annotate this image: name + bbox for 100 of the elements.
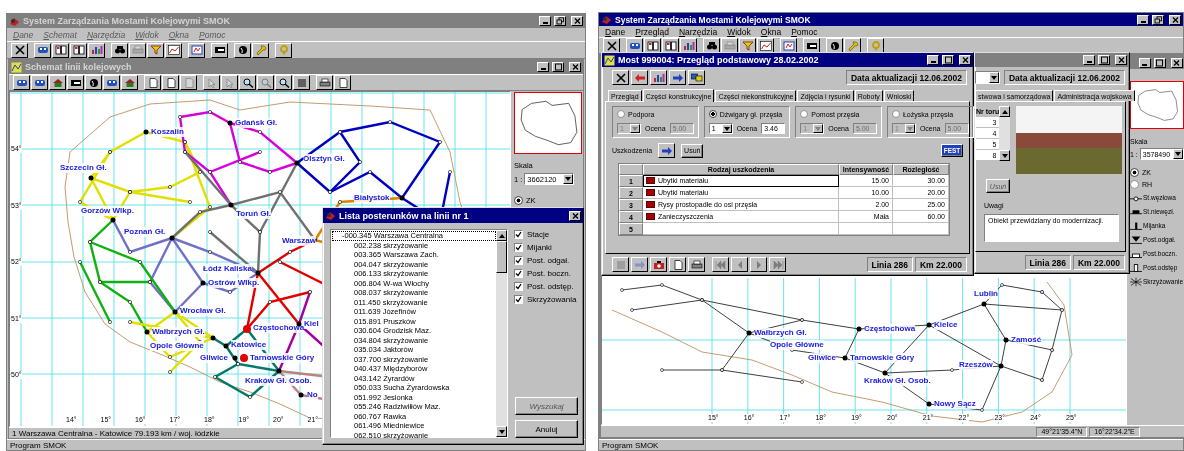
camera-icon xyxy=(652,259,665,270)
house-button[interactable] xyxy=(121,75,138,90)
radio-button[interactable] xyxy=(617,110,625,118)
right-arrow-button[interactable] xyxy=(631,257,648,272)
line-chart-button[interactable] xyxy=(165,42,182,58)
book-button[interactable] xyxy=(52,42,69,58)
checkbox[interactable] xyxy=(514,243,523,252)
maximize-button[interactable] xyxy=(942,55,954,65)
pointer-icon xyxy=(223,77,236,88)
radio-button[interactable] xyxy=(800,110,809,118)
select-field[interactable] xyxy=(975,71,1000,84)
next-button[interactable] xyxy=(750,257,767,272)
map-button[interactable] xyxy=(188,42,205,58)
close-button[interactable] xyxy=(569,210,581,221)
city-label: Olsztyn Gł. xyxy=(303,154,345,164)
checkbox[interactable] xyxy=(514,230,523,239)
close-button[interactable] xyxy=(571,16,583,26)
funnel-button[interactable] xyxy=(147,42,164,58)
maximize-button[interactable] xyxy=(1153,57,1166,68)
minimize-button[interactable] xyxy=(1137,14,1149,25)
document-button[interactable] xyxy=(334,75,351,90)
bar-chart-button[interactable] xyxy=(88,42,105,58)
document-button[interactable] xyxy=(669,257,686,272)
document-button[interactable] xyxy=(180,75,197,90)
city-label: Gliwice xyxy=(200,353,228,363)
bar-chart-button[interactable] xyxy=(650,70,667,85)
card-button[interactable] xyxy=(211,42,228,58)
dialog-button[interactable]: Anuluj xyxy=(515,420,578,438)
camera-button[interactable] xyxy=(650,257,667,272)
close-button[interactable] xyxy=(612,70,629,85)
menu-item[interactable]: Dane xyxy=(605,26,626,37)
wrench-button[interactable] xyxy=(252,42,269,58)
globe-button[interactable] xyxy=(85,75,102,90)
house-button[interactable] xyxy=(49,75,66,90)
printer-button[interactable] xyxy=(316,75,333,90)
printer-button[interactable] xyxy=(688,257,705,272)
scrollbar[interactable] xyxy=(999,106,1011,161)
first-button[interactable] xyxy=(712,257,729,272)
menu-item[interactable]: Narzędzia xyxy=(678,26,718,37)
book-button[interactable] xyxy=(70,42,87,58)
magnifier-icon xyxy=(241,77,254,88)
previous-button[interactable] xyxy=(731,257,748,272)
magnifier-button[interactable] xyxy=(275,75,292,90)
magnifier-button[interactable] xyxy=(257,75,274,90)
minimize-button[interactable] xyxy=(1138,57,1151,68)
globe-icon xyxy=(828,40,841,51)
checkbox[interactable] xyxy=(514,295,523,304)
scrollbar[interactable] xyxy=(496,230,507,437)
station-list[interactable] xyxy=(330,229,508,438)
train-button[interactable] xyxy=(103,75,120,90)
left-arrow-button[interactable] xyxy=(631,70,648,85)
city-label: Katowice xyxy=(231,340,267,350)
maximize-button[interactable] xyxy=(1098,55,1110,65)
last-button[interactable] xyxy=(769,257,786,272)
right-arrow-button[interactable] xyxy=(669,70,686,85)
printer-button[interactable] xyxy=(129,42,146,58)
close-button[interactable] xyxy=(959,55,971,65)
minimize-button[interactable] xyxy=(537,62,549,72)
train-button[interactable] xyxy=(31,75,48,90)
menu-item[interactable]: Pomoc xyxy=(791,26,818,37)
radio-button[interactable] xyxy=(708,110,717,118)
add-damage-button[interactable] xyxy=(658,143,676,158)
list-button[interactable] xyxy=(612,257,629,272)
help-button[interactable] xyxy=(275,42,292,58)
close-button[interactable] xyxy=(1170,57,1183,68)
close-icon xyxy=(1116,56,1126,64)
train-button[interactable] xyxy=(13,75,30,90)
city-label: Opole Główne xyxy=(150,341,204,351)
menu-item[interactable]: Okna xyxy=(760,26,782,37)
close-button[interactable] xyxy=(569,62,581,72)
scroll-thumb[interactable] xyxy=(496,241,507,273)
table-cell[interactable] xyxy=(643,223,839,235)
menu-item[interactable]: Widok xyxy=(727,26,751,37)
document-button[interactable] xyxy=(144,75,161,90)
document-button[interactable] xyxy=(162,75,179,90)
close-button[interactable] xyxy=(1169,14,1181,25)
magnifier-button[interactable] xyxy=(239,75,256,90)
radio-button[interactable] xyxy=(891,110,900,118)
radio-button[interactable] xyxy=(514,196,523,205)
menu-item[interactable]: Przegląd xyxy=(635,26,669,37)
close-button[interactable] xyxy=(11,42,28,58)
minimize-button[interactable] xyxy=(927,55,939,65)
maximize-button[interactable] xyxy=(552,62,564,72)
card-button[interactable] xyxy=(67,75,84,90)
minimize-button[interactable] xyxy=(1083,55,1095,65)
train-icon xyxy=(105,77,118,88)
train-button[interactable] xyxy=(34,42,51,58)
binoculars-button[interactable] xyxy=(111,42,128,58)
monitor-button[interactable] xyxy=(688,70,705,85)
list-button[interactable] xyxy=(293,75,310,90)
checkbox[interactable] xyxy=(514,269,523,278)
close-button[interactable] xyxy=(1115,55,1127,65)
globe-button[interactable] xyxy=(234,42,251,58)
restore-button[interactable] xyxy=(554,16,566,26)
pointer-button[interactable] xyxy=(203,75,220,90)
checkbox[interactable] xyxy=(514,282,523,291)
checkbox[interactable] xyxy=(514,256,523,265)
pointer-button[interactable] xyxy=(221,75,238,90)
restore-button[interactable] xyxy=(1152,14,1164,25)
minimize-button[interactable] xyxy=(539,16,551,26)
